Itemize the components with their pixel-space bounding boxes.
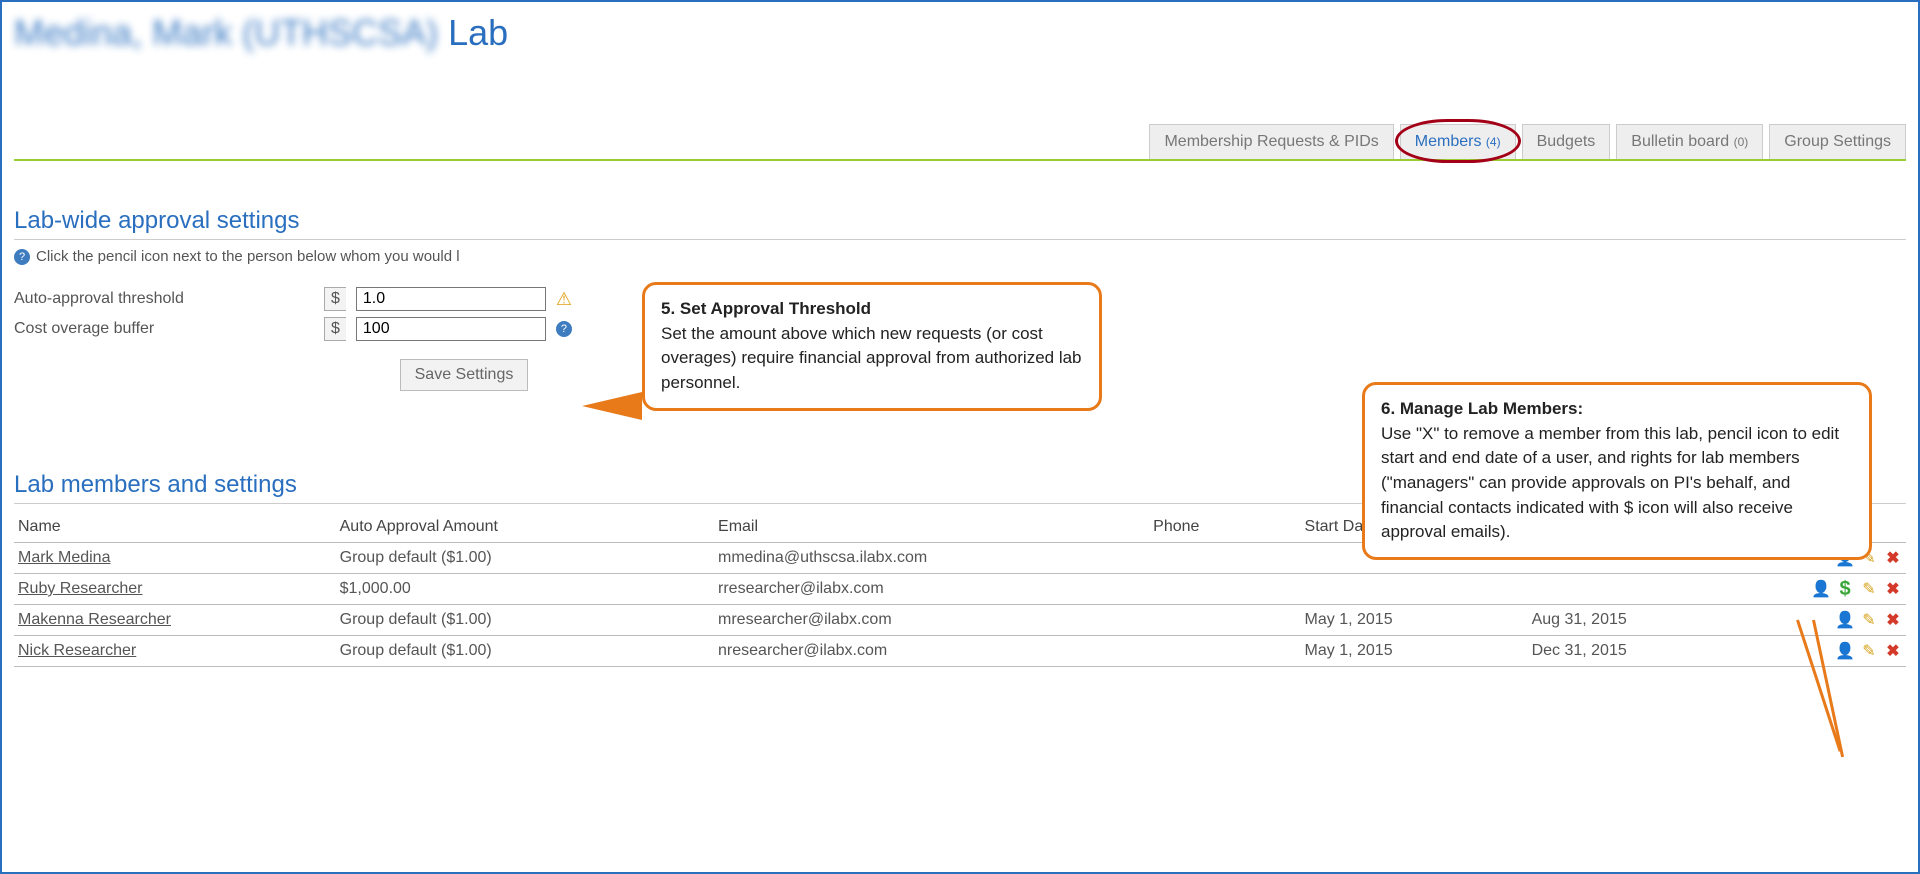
help-icon[interactable]: ? [556,321,572,337]
member-phone [1149,605,1300,636]
tab-budgets[interactable]: Budgets [1522,124,1611,159]
member-phone [1149,574,1300,605]
lab-title-suffix: Lab [448,12,508,53]
currency-symbol: $ [324,317,346,341]
callout-6-title: 6. Manage Lab Members: [1381,399,1583,418]
member-amount: Group default ($1.00) [336,636,714,667]
save-settings-button[interactable]: Save Settings [400,359,529,391]
member-amount: Group default ($1.00) [336,543,714,574]
member-email: mresearcher@ilabx.com [714,605,1149,636]
member-start-date: May 1, 2015 [1301,636,1528,667]
warning-icon: ⚠ [556,289,572,310]
tab-label: Group Settings [1784,133,1891,150]
pencil-icon[interactable]: ✎ [1860,642,1878,660]
member-name-link[interactable]: Ruby Researcher [18,580,143,597]
threshold-label: Auto-approval threshold [14,290,314,308]
col-name: Name [14,512,336,543]
callout-5-body: Set the amount above which new requests … [661,324,1082,392]
tab-bulletin-board[interactable]: Bulletin board (0) [1616,124,1763,159]
member-email: rresearcher@ilabx.com [714,574,1149,605]
buffer-label: Cost overage buffer [14,320,314,338]
tab-membership-requests-pids[interactable]: Membership Requests & PIDs [1149,124,1393,159]
page-title: Medina, Mark (UTHSCSA) Lab [14,12,1906,54]
lab-owner-name: Medina, Mark (UTHSCSA) [14,12,438,53]
buffer-input[interactable] [356,317,546,341]
threshold-input[interactable] [356,287,546,311]
remove-icon[interactable]: ✖ [1884,549,1902,567]
remove-icon[interactable]: ✖ [1884,580,1902,598]
member-name-link[interactable]: Mark Medina [18,549,110,566]
member-amount: $1,000.00 [336,574,714,605]
tab-label: Members [1415,133,1486,150]
tab-count: (4) [1486,135,1501,149]
approval-help-text: Click the pencil icon next to the person… [36,248,460,265]
tab-label: Budgets [1537,133,1596,150]
member-end-date [1528,574,1755,605]
remove-icon[interactable]: ✖ [1884,642,1902,660]
member-actions: 👤 ✎ ✖ [1759,642,1902,660]
member-end-date: Dec 31, 2015 [1528,636,1755,667]
callout-6: 6. Manage Lab Members: Use "X" to remove… [1362,382,1872,560]
callout-5-pointer [582,392,642,420]
user-icon[interactable]: 👤 [1812,580,1830,598]
tab-label: Bulletin board [1631,133,1733,150]
col-amount: Auto Approval Amount [336,512,714,543]
user-icon[interactable]: 👤 [1836,611,1854,629]
user-icon[interactable]: 👤 [1836,642,1854,660]
table-row: Ruby Researcher $1,000.00rresearcher@ilab… [14,574,1906,605]
currency-symbol: $ [324,287,346,311]
callout-6-body: Use "X" to remove a member from this lab… [1381,424,1839,542]
table-row: Nick Researcher Group default ($1.00)nres… [14,636,1906,667]
member-email: nresearcher@ilabx.com [714,636,1149,667]
tab-members[interactable]: Members (4) [1400,124,1516,159]
member-amount: Group default ($1.00) [336,605,714,636]
member-end-date: Aug 31, 2015 [1528,605,1755,636]
col-email: Email [714,512,1149,543]
tab-count: (0) [1734,135,1749,149]
tab-group-settings[interactable]: Group Settings [1769,124,1906,159]
member-actions: 👤 ✎ ✖ [1759,611,1902,629]
callout-5-title: 5. Set Approval Threshold [661,299,871,318]
member-name-link[interactable]: Nick Researcher [18,642,136,659]
member-start-date: May 1, 2015 [1301,605,1528,636]
member-phone [1149,543,1300,574]
dollar-icon[interactable]: $ [1836,580,1854,598]
member-name-link[interactable]: Makenna Researcher [18,611,171,628]
remove-icon[interactable]: ✖ [1884,611,1902,629]
callout-5: 5. Set Approval Threshold Set the amount… [642,282,1102,411]
tab-bar: Membership Requests & PIDs Members (4) Bu… [14,124,1906,161]
help-icon[interactable]: ? [14,249,30,265]
col-phone: Phone [1149,512,1300,543]
tab-label: Membership Requests & PIDs [1164,133,1378,150]
member-email: mmedina@uthscsa.ilabx.com [714,543,1149,574]
pencil-icon[interactable]: ✎ [1860,611,1878,629]
approval-help-row: ? Click the pencil icon next to the pers… [14,248,1906,265]
member-start-date [1301,574,1528,605]
approval-section-title: Lab-wide approval settings [14,207,1906,240]
member-actions: 👤 $ ✎ ✖ [1759,580,1902,598]
table-row: Makenna Researcher Group default ($1.00)m… [14,605,1906,636]
member-phone [1149,636,1300,667]
pencil-icon[interactable]: ✎ [1860,580,1878,598]
